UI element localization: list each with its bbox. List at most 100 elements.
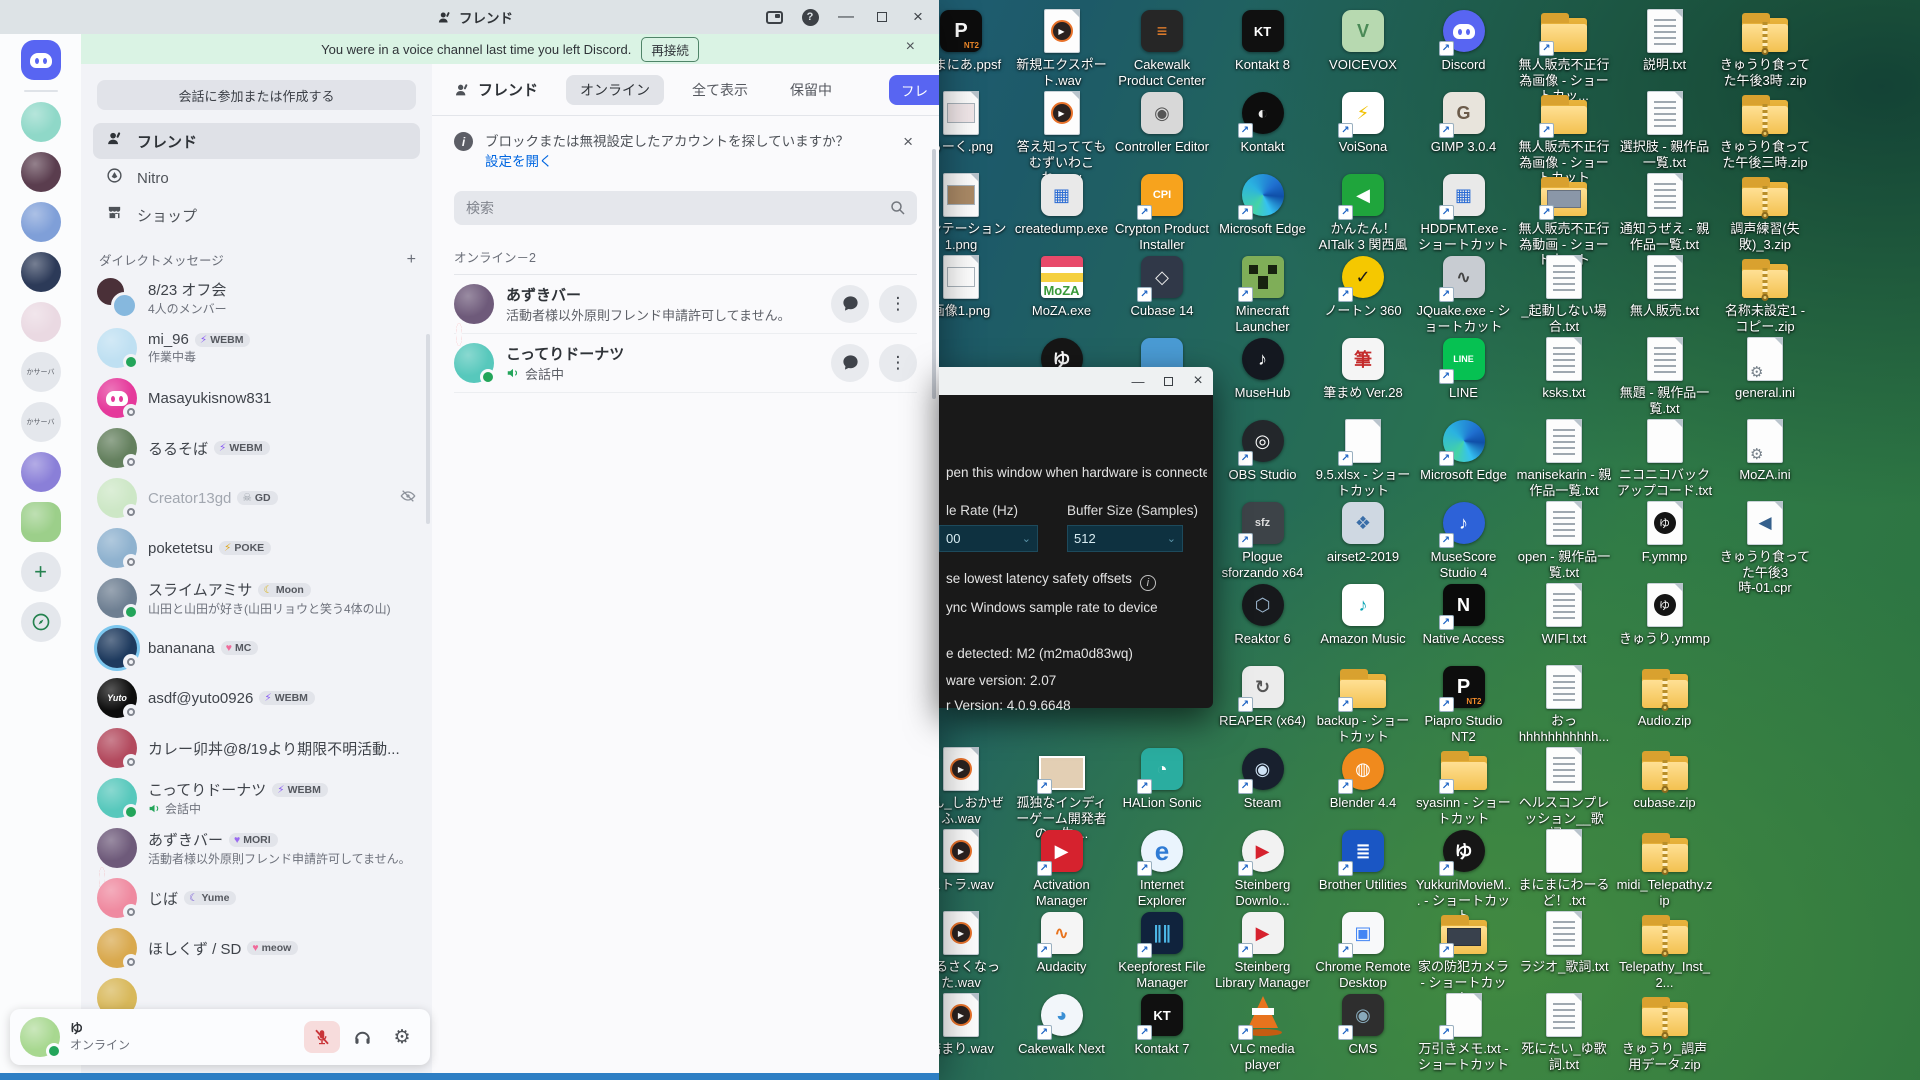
inbox-tray-icon[interactable] [759, 4, 789, 30]
join-or-create-button[interactable]: 会話に参加または作成する [97, 80, 416, 110]
desktop-icon[interactable]: ◇↗Cubase 14 [1114, 254, 1210, 319]
add-friend-button[interactable]: フレ [889, 75, 939, 105]
desktop-icon[interactable]: WIFI.txt [1516, 582, 1612, 647]
desktop-icon[interactable]: ↗syasinn - ショートカット [1416, 746, 1512, 826]
dialog-close-button[interactable]: × [1183, 367, 1213, 395]
dm-list-item[interactable]: poketetsu⚡POKE [89, 523, 424, 573]
tab-オンライン[interactable]: オンライン [566, 75, 664, 105]
desktop-icon[interactable]: 通知うぜえ - 親作品一覧.txt [1617, 172, 1713, 252]
friend-list-item[interactable]: こってりドーナツ会話中⋮ [454, 334, 917, 393]
server-avatar[interactable] [21, 252, 61, 292]
desktop-icon[interactable]: まにまにわーるど！.txt [1516, 828, 1612, 908]
desktop-icon[interactable]: 無題 - 親作品一覧.txt [1617, 336, 1713, 416]
dm-list-item[interactable]: mi_96⚡WEBM作業中毒 [89, 323, 424, 373]
desktop-icon[interactable]: ◉↗Steam [1215, 746, 1311, 811]
desktop-icon[interactable]: MoZAMoZA.exe [1014, 254, 1110, 319]
desktop-icon[interactable]: ↗万引きメモ.txt - ショートカット [1416, 992, 1512, 1072]
desktop-icon[interactable]: ≡Cakewalk Product Center [1114, 8, 1210, 88]
desktop-icon[interactable]: 筆筆まめ Ver.28 [1315, 336, 1411, 401]
dm-list-item[interactable]: Creator13gd☠GD [89, 473, 424, 523]
desktop-icon[interactable]: ↗9.5.xlsx - ショートカット [1315, 418, 1411, 498]
desktop-icon[interactable]: 死にたい_ゆ歌詞.txt [1516, 992, 1612, 1072]
dm-list-item[interactable]: Masayukisnow831 [89, 373, 424, 423]
desktop-icon[interactable]: きゅうり食ってた午後三時.zip [1717, 90, 1813, 170]
desktop-icon[interactable]: _起動しない場合.txt [1516, 254, 1612, 334]
more-options-button[interactable]: ⋮ [879, 285, 917, 323]
message-button[interactable] [831, 344, 869, 382]
desktop-icon[interactable]: ラジオ_歌詞.txt [1516, 910, 1612, 975]
desktop-icon[interactable]: ▣↗Chrome Remote Desktop [1315, 910, 1411, 990]
server-avatar[interactable] [21, 502, 61, 542]
desktop-icon[interactable]: ◎↗OBS Studio [1215, 418, 1311, 483]
reconnect-button[interactable]: 再接続 [641, 37, 699, 62]
friend-list-item[interactable]: あずきバー活動者様以外原則フレンド申請許可してません。⋮ [454, 275, 917, 334]
desktop-icon[interactable]: Audio.zip [1617, 664, 1713, 729]
desktop-icon[interactable]: ↗Microsoft Edge [1215, 172, 1311, 237]
close-button[interactable]: × [903, 4, 933, 30]
desktop-icon[interactable]: G↗GIMP 3.0.4 [1416, 90, 1512, 155]
desktop-icon[interactable]: ⬡Reaktor 6 [1215, 582, 1311, 647]
desktop-icon[interactable]: 調声練習(失敗)_3.zip [1717, 172, 1813, 252]
dm-list-item[interactable]: 8/23 オフ会4人のメンバー [89, 273, 424, 323]
desktop-icon[interactable]: ゆきゅうり.ymmp [1617, 582, 1713, 647]
desktop-icon[interactable]: sfz↗Plogue sforzando x64 [1215, 500, 1311, 580]
desktop-icon[interactable]: ↗Discord [1416, 8, 1512, 73]
sidebar-item-friends[interactable]: フレンド [93, 123, 420, 159]
desktop-icon[interactable]: ◀きゅうり食ってた午後3時-01.cpr [1717, 500, 1813, 596]
dm-list-item[interactable]: スライムアミサ☾Moon山田と山田が好き(山田リョウと笑う4体の山) [89, 573, 424, 623]
desktop-icon[interactable]: ◐↗Kontakt [1215, 90, 1311, 155]
desktop-icon[interactable]: N↗Native Access [1416, 582, 1512, 647]
desktop-icon[interactable]: ♪MuseHub [1215, 336, 1311, 401]
tab-全て表示[interactable]: 全て表示 [678, 75, 762, 105]
desktop-icon[interactable]: ⚡↗VoiSona [1315, 90, 1411, 155]
desktop-icon[interactable]: ▦createdump.exe [1014, 172, 1110, 237]
dm-add-icon[interactable]: + [407, 251, 416, 269]
maximize-button[interactable] [867, 4, 897, 30]
desktop-icon[interactable]: ↗backup - ショートカット [1315, 664, 1411, 744]
desktop-icon[interactable]: ◔↗HALion Sonic [1114, 746, 1210, 811]
explore-servers-button[interactable] [21, 602, 61, 642]
dialog-minimize-button[interactable]: — [1123, 367, 1153, 395]
desktop-icon[interactable]: KTKontakt 8 [1215, 8, 1311, 73]
desktop-icon[interactable]: ✓↗ノートン 360 [1315, 254, 1411, 319]
server-avatar[interactable] [21, 152, 61, 192]
open-settings-link[interactable]: 設定を開く [485, 154, 553, 169]
add-server-button[interactable]: + [21, 552, 61, 592]
desktop-icon[interactable]: VVOICEVOX [1315, 8, 1411, 73]
desktop-icon[interactable]: open - 親作品一覧.txt [1516, 500, 1612, 580]
server-avatar[interactable] [21, 452, 61, 492]
desktop-icon[interactable]: ↻↗REAPER (x64) [1215, 664, 1311, 729]
desktop-icon[interactable]: 説明.txt [1617, 8, 1713, 73]
open-on-connect-option[interactable]: pen this window when hardware is connect… [946, 465, 1207, 480]
desktop-icon[interactable]: ♪Amazon Music [1315, 582, 1411, 647]
desktop-icon[interactable]: 選択肢 - 親作品一覧.txt [1617, 90, 1713, 170]
desktop-icon[interactable]: ▶新規エクスポート.wav [1014, 8, 1110, 88]
dm-list-item[interactable]: bananana♥MC [89, 623, 424, 673]
more-options-button[interactable]: ⋮ [879, 344, 917, 382]
desktop-icon[interactable]: midi_Telepathy.zip [1617, 828, 1713, 908]
mic-muted-icon[interactable] [304, 1021, 340, 1053]
desktop-icon[interactable]: LINE↗LINE [1416, 336, 1512, 401]
dialog-maximize-button[interactable] [1153, 367, 1183, 395]
desktop-icon[interactable]: おっhhhhhhhhhhh... [1516, 664, 1612, 744]
desktop-icon[interactable]: manisekarin - 親作品一覧.txt [1516, 418, 1612, 498]
sync-sample-rate-option[interactable]: ync Windows sample rate to device [946, 600, 1207, 615]
desktop-icon[interactable]: ❖airset2-2019 [1315, 500, 1411, 565]
desktop-icon[interactable]: ksks.txt [1516, 336, 1612, 401]
dm-list-item[interactable]: カレー卯丼@8/19より期限不明活動... [89, 723, 424, 773]
desktop-icon[interactable]: ∥∥↗Keepforest File Manager [1114, 910, 1210, 990]
desktop-icon[interactable]: ≣↗Brother Utilities [1315, 828, 1411, 893]
desktop-icon[interactable]: 無人販売.txt [1617, 254, 1713, 319]
server-avatar[interactable] [21, 302, 61, 342]
desktop-icon[interactable]: ⚙general.ini [1717, 336, 1813, 401]
desktop-icon[interactable]: ゆF.ymmp [1617, 500, 1713, 565]
desktop-icon[interactable]: ⚙MoZA.ini [1717, 418, 1813, 483]
desktop-icon[interactable]: cubase.zip [1617, 746, 1713, 811]
desktop-icon[interactable]: ↗Minecraft Launcher [1215, 254, 1311, 334]
desktop-icon[interactable]: ◉Controller Editor [1114, 90, 1210, 155]
desktop-icon[interactable]: ↗VLC media player [1215, 992, 1311, 1072]
desktop-icon[interactable]: ∿↗Audacity [1014, 910, 1110, 975]
headphones-icon[interactable] [344, 1021, 380, 1053]
help-icon[interactable]: ? [795, 4, 825, 30]
desktop-icon[interactable]: KT↗Kontakt 7 [1114, 992, 1210, 1057]
